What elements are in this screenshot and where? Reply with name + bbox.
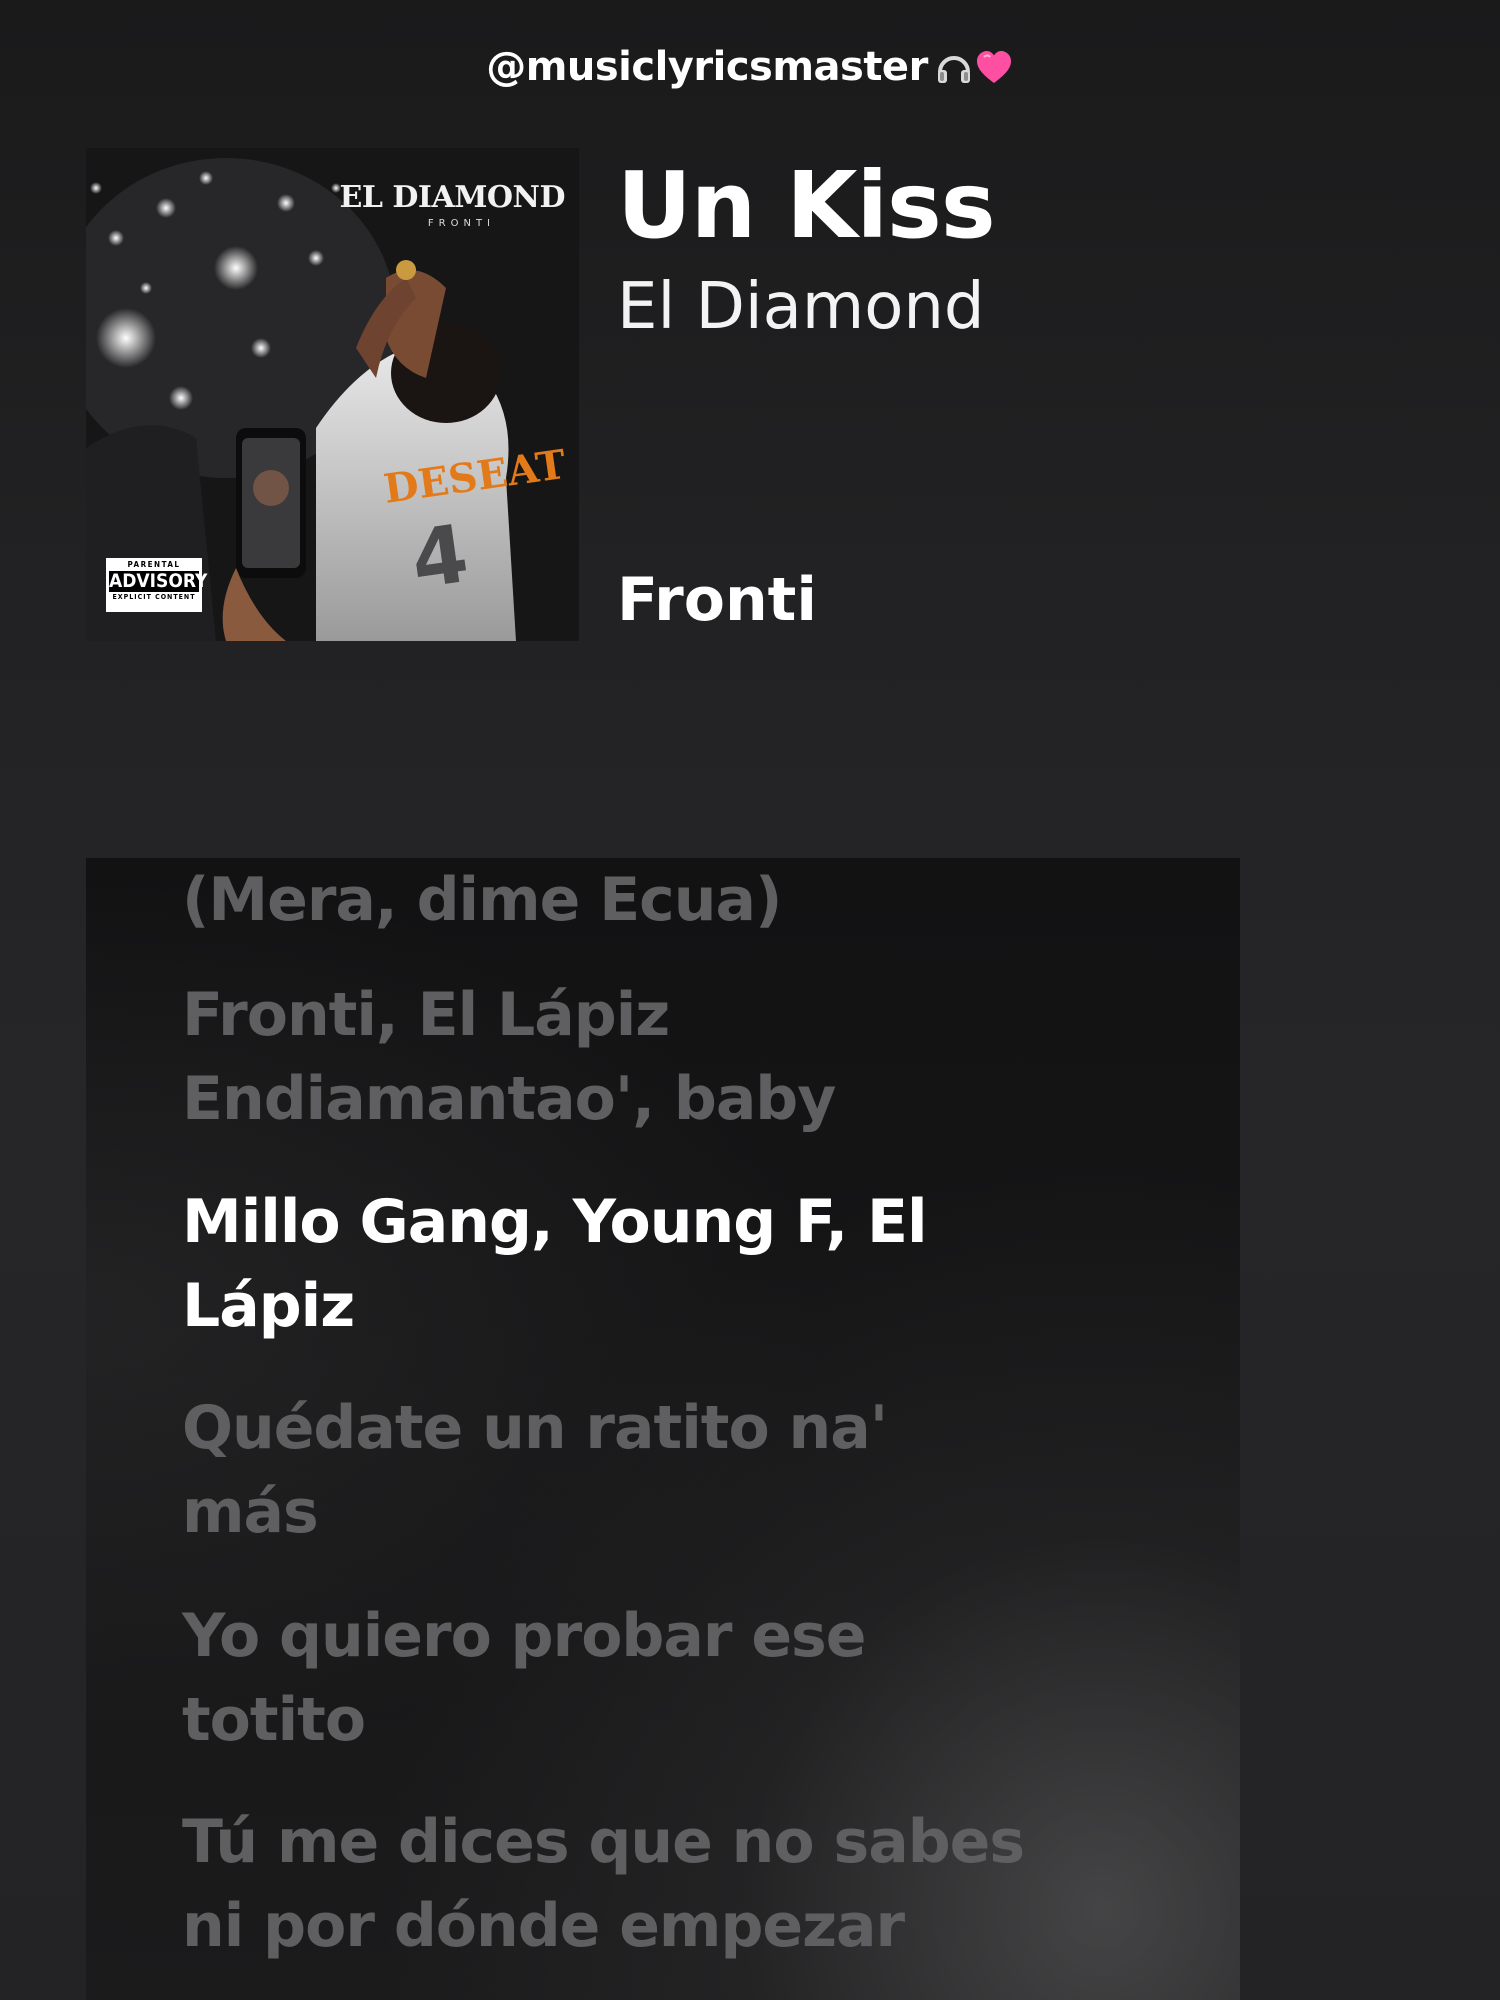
- lyrics-panel[interactable]: (Mera, dime Ecua) Fronti, El Lápiz Endia…: [86, 858, 1240, 2000]
- advisory-line2: ADVISORY: [109, 570, 208, 592]
- lyric-line[interactable]: (Mera, dime Ecua): [182, 858, 1082, 942]
- headphones-icon: [937, 56, 970, 83]
- advisory-line3: EXPLICIT CONTENT: [112, 593, 196, 601]
- heart-icon: [976, 51, 1011, 83]
- album-cover: DESEAT 4 EL DIAMOND FRONTI PARENTAL ADVI…: [86, 148, 579, 641]
- lyric-line-active[interactable]: Millo Gang, Young F, El Lápiz: [182, 1180, 1082, 1348]
- username-handle: @musiclyricsmaster: [0, 44, 1500, 92]
- song-title: Un Kiss: [617, 152, 996, 259]
- cover-subtitle: FRONTI: [427, 218, 495, 229]
- artist-name: Fronti: [617, 565, 817, 635]
- lyric-line[interactable]: Quédate un ratito na' más: [182, 1386, 1082, 1554]
- handle-emojis: [934, 46, 1014, 92]
- album-name: El Diamond: [617, 270, 985, 344]
- lyric-line[interactable]: Fronti, El Lápiz Endiamantao', baby: [182, 973, 1082, 1141]
- advisory-line1: PARENTAL: [127, 560, 181, 569]
- handle-text: @musiclyricsmaster: [486, 44, 928, 90]
- parental-advisory-label: PARENTAL ADVISORY EXPLICIT CONTENT: [106, 558, 208, 612]
- lyric-line[interactable]: Tú me dices que no sabes ni por dónde em…: [182, 1800, 1082, 1968]
- lyric-line[interactable]: Yo quiero probar ese totito: [182, 1594, 1082, 1762]
- cover-title: EL DIAMOND: [339, 180, 565, 215]
